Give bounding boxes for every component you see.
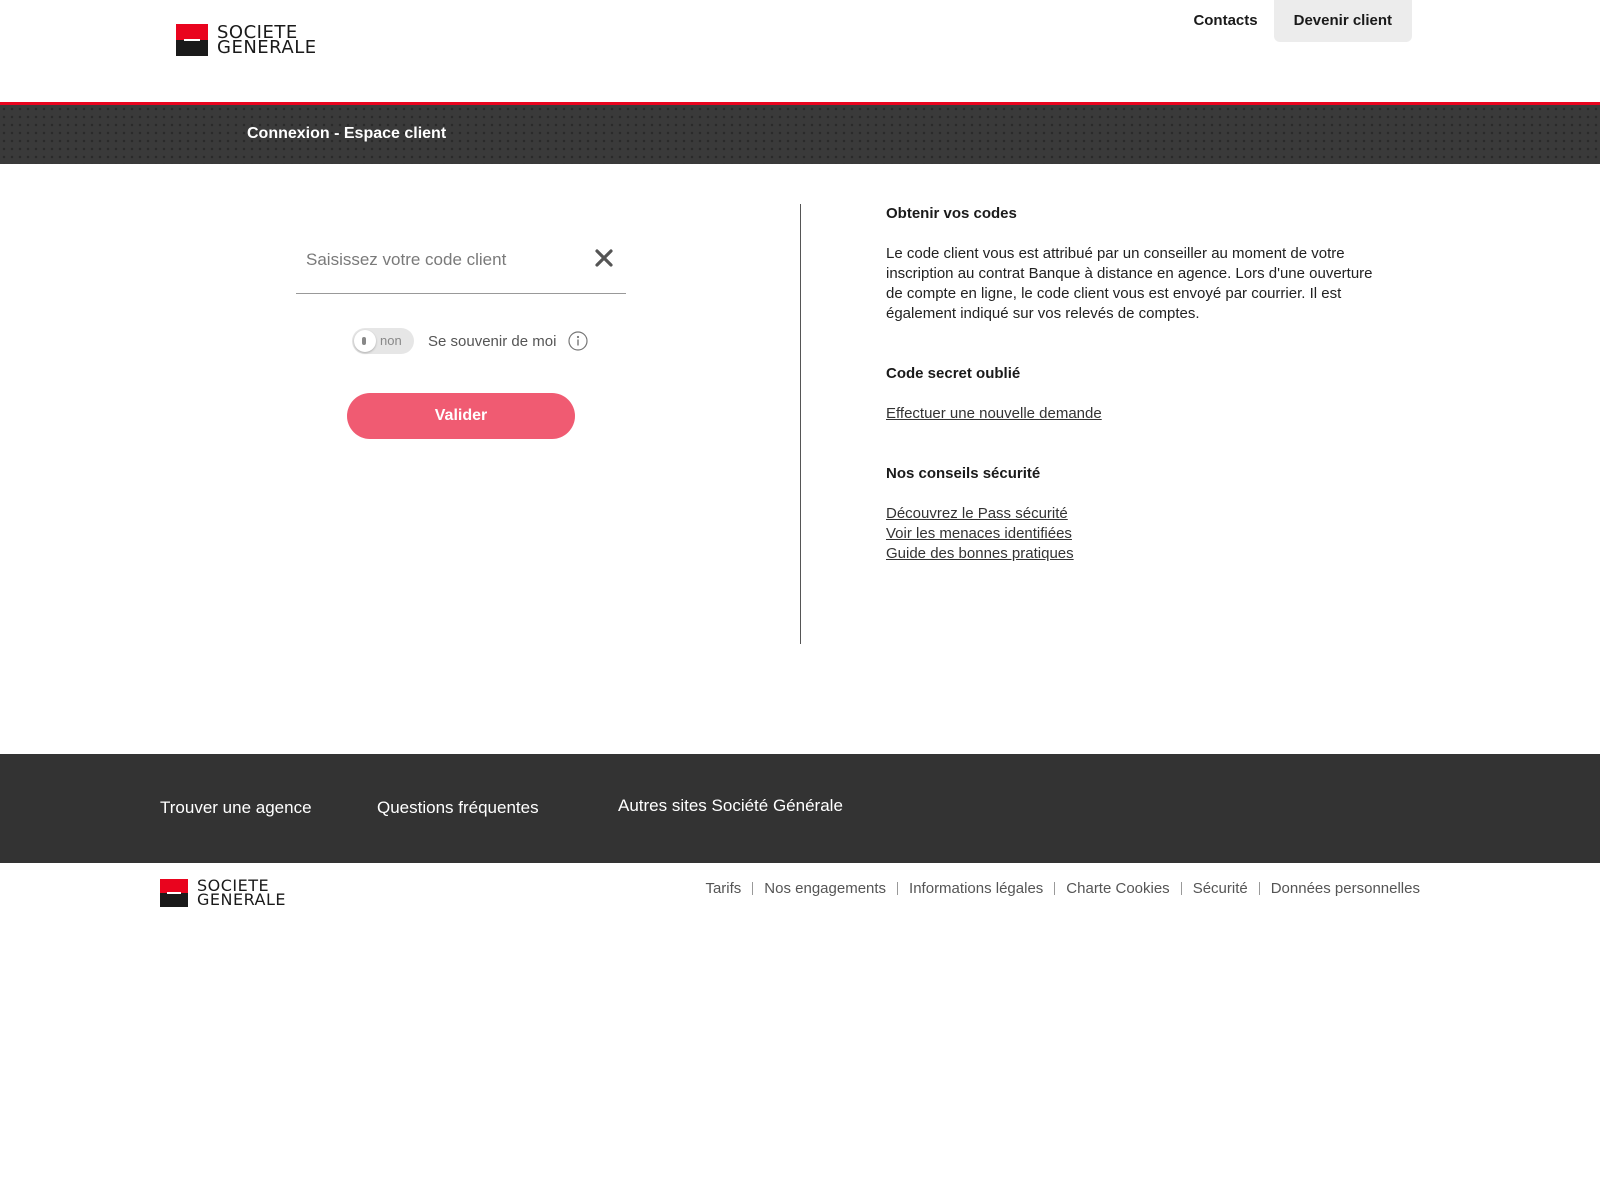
toggle-state-label: non [380,333,402,348]
separator [897,882,899,895]
submit-button[interactable]: Valider [347,393,575,439]
contacts-link[interactable]: Contacts [1177,0,1273,42]
forgot-code-section: Code secret oublié Effectuer une nouvell… [886,364,1381,424]
societe-generale-logo[interactable]: SOCIETE GENERALE [176,22,317,58]
remember-me-toggle[interactable]: non [352,328,414,354]
client-code-input[interactable] [306,250,586,270]
logo-wordmark: SOCIETE GENERALE [197,876,287,909]
site-footer: Trouver une agence Questions fréquentes … [0,754,1600,863]
security-pass-link[interactable]: Découvrez le Pass sécurité [886,504,1381,524]
column-divider [800,204,801,644]
page-banner: Connexion - Espace client [0,102,1600,164]
site-header: SOCIETE GENERALE Contacts Devenir client [0,0,1600,102]
legal-links: Tarifs Nos engagements Informations léga… [705,880,1420,897]
top-nav: Contacts Devenir client [1177,0,1412,42]
legal-link-securite[interactable]: Sécurité [1193,880,1248,897]
security-tips-section: Nos conseils sécurité Découvrez le Pass … [886,464,1381,564]
new-request-link[interactable]: Effectuer une nouvelle demande [886,404,1381,424]
legal-link-donnees[interactable]: Données personnelles [1271,880,1420,897]
info-icon[interactable] [568,331,589,351]
obtain-codes-text: Le code client vous est attribué par un … [886,245,1373,322]
login-form [296,230,626,294]
legal-link-tarifs[interactable]: Tarifs [705,880,741,897]
become-client-button[interactable]: Devenir client [1273,0,1412,42]
other-sites-link[interactable]: Autres sites Société Générale [618,796,843,816]
separator [1054,882,1056,895]
footer-logo[interactable]: SOCIETE GENERALE [160,876,287,909]
logo-wordmark: SOCIETE GENERALE [217,22,317,58]
close-icon[interactable] [592,246,616,270]
legal-link-engagements[interactable]: Nos engagements [764,880,886,897]
legal-link-informations[interactable]: Informations légales [909,880,1043,897]
remember-me-row: non Se souvenir de moi [352,328,589,354]
find-agency-link[interactable]: Trouver une agence [160,798,312,818]
separator [752,882,754,895]
logo-mark-icon [176,24,208,56]
page-title: Connexion - Espace client [247,125,447,142]
separator [1180,882,1182,895]
forgot-code-title: Code secret oublié [886,365,1021,382]
legal-link-cookies[interactable]: Charte Cookies [1066,880,1169,897]
threats-link[interactable]: Voir les menaces identifiées [886,524,1381,544]
remember-me-label: Se souvenir de moi [428,332,557,350]
toggle-knob [354,330,376,352]
help-panel: Obtenir vos codes Le code client vous es… [886,204,1381,604]
best-practices-link[interactable]: Guide des bonnes pratiques [886,544,1381,564]
logo-mark-icon [160,879,188,907]
separator [1258,882,1260,895]
faq-link[interactable]: Questions fréquentes [377,798,539,818]
security-tips-title: Nos conseils sécurité [886,465,1041,482]
client-code-field-wrapper [296,230,626,294]
obtain-codes-title: Obtenir vos codes [886,205,1017,222]
obtain-codes-section: Obtenir vos codes Le code client vous es… [886,204,1381,324]
